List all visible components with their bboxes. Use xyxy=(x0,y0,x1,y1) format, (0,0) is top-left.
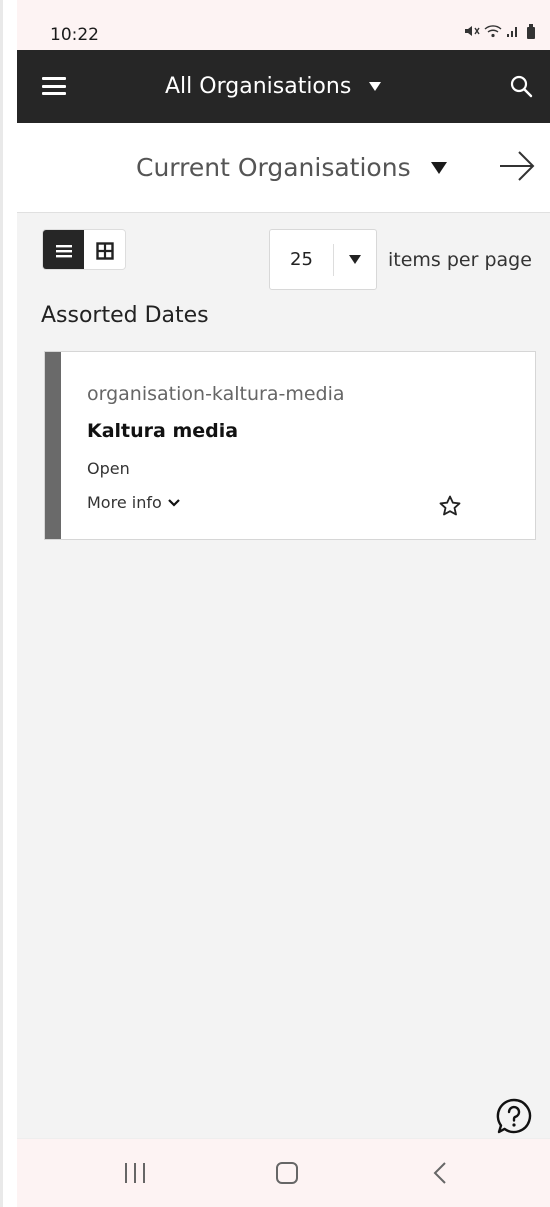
grid-view-button[interactable] xyxy=(84,230,125,269)
battery-icon xyxy=(527,24,535,39)
status-bar: 10:22 xyxy=(17,0,550,50)
caret-down-icon xyxy=(349,255,361,264)
list-view-icon xyxy=(55,244,72,257)
card-status: Open xyxy=(87,459,130,478)
section-heading: Assorted Dates xyxy=(41,303,209,328)
grid-view-icon xyxy=(95,241,114,260)
chevron-down-icon xyxy=(167,498,180,507)
per-page-value: 25 xyxy=(270,243,334,276)
arrow-right-icon[interactable] xyxy=(497,148,537,184)
star-icon[interactable] xyxy=(438,494,462,518)
per-page-select[interactable]: 25 xyxy=(269,229,377,290)
app-title: All Organisations xyxy=(165,74,352,99)
status-icons xyxy=(464,24,535,42)
help-question-icon[interactable] xyxy=(495,1097,533,1137)
signal-icon xyxy=(506,24,520,42)
sub-header-title: Current Organisations xyxy=(136,153,411,182)
main-content: 25 items per page Assorted Dates organis… xyxy=(17,213,550,1138)
organisation-scope-dropdown[interactable]: Current Organisations xyxy=(136,153,447,182)
list-view-button[interactable] xyxy=(43,230,84,269)
view-toggle xyxy=(42,229,126,270)
organisation-filter-dropdown[interactable]: All Organisations xyxy=(165,74,382,99)
caret-down-icon xyxy=(369,82,382,91)
more-info-toggle[interactable]: More info xyxy=(87,493,180,512)
card-name[interactable]: Kaltura media xyxy=(87,420,238,442)
caret-down-icon xyxy=(430,161,447,174)
sub-header: Current Organisations xyxy=(17,123,550,213)
recents-icon[interactable] xyxy=(125,1163,145,1183)
more-info-label: More info xyxy=(87,493,162,512)
per-page-label: items per page xyxy=(388,249,532,271)
card-accent-bar xyxy=(45,352,61,539)
status-time: 10:22 xyxy=(50,25,99,45)
app-frame: 10:22 All Organisations Current Organisa… xyxy=(0,0,550,1207)
back-icon[interactable] xyxy=(433,1161,447,1185)
app-bar: All Organisations xyxy=(17,50,550,123)
wifi-icon xyxy=(484,24,502,42)
mute-icon xyxy=(464,24,480,42)
search-icon[interactable] xyxy=(509,74,533,98)
home-icon[interactable] xyxy=(276,1162,298,1184)
organisation-card[interactable]: organisation-kaltura-media Kaltura media… xyxy=(44,351,536,540)
system-nav-bar xyxy=(17,1138,550,1207)
hamburger-icon[interactable] xyxy=(42,77,66,95)
card-slug: organisation-kaltura-media xyxy=(87,383,345,405)
